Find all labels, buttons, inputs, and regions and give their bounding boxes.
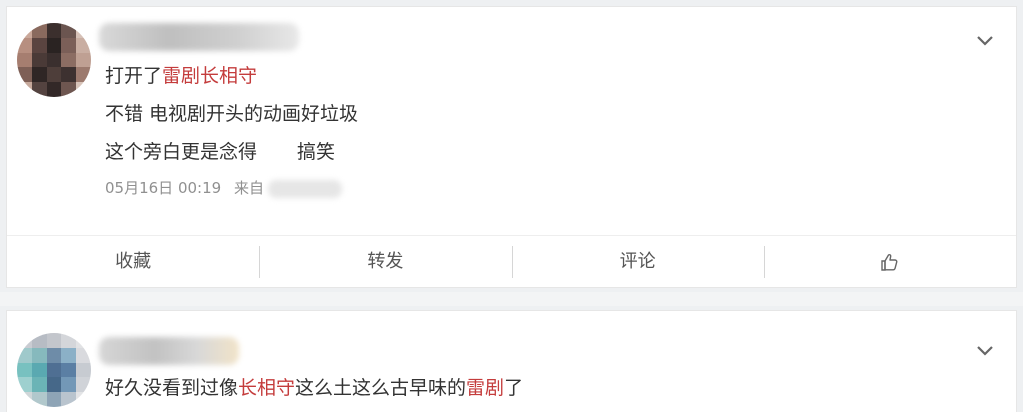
repost-button[interactable]: 转发 — [259, 236, 511, 288]
comment-button[interactable]: 评论 — [511, 236, 764, 288]
comment-text: 搞笑 — [297, 141, 336, 163]
avatar[interactable] — [17, 23, 91, 97]
comment-text: 打开了 — [105, 65, 163, 87]
hashtag-link[interactable]: 雷剧 — [466, 377, 504, 399]
timestamp: 05月16日 00:19 — [105, 179, 222, 197]
username-blurred[interactable] — [99, 337, 239, 365]
hashtag-link[interactable]: 雷剧长相守 — [162, 65, 257, 87]
repost-label: 转发 — [367, 250, 404, 272]
chevron-down-icon[interactable] — [976, 341, 994, 359]
comment-line: 好久没看到过像长相守这么土这么古早味的雷剧了 — [105, 375, 523, 401]
comment-meta: 05月16日 00:19 来自 — [105, 177, 342, 198]
comment-line: 不错 电视剧开头的动画好垃圾 — [105, 101, 358, 127]
comment-line: 这个旁白更是念得 搞笑 — [105, 139, 335, 165]
avatar[interactable] — [17, 333, 91, 407]
like-button[interactable] — [763, 236, 1016, 288]
chevron-down-icon[interactable] — [976, 31, 994, 49]
username-blurred[interactable] — [99, 23, 299, 51]
comment-line: 打开了雷剧长相守 — [105, 63, 257, 89]
comment-text: 这个旁白更是念得 — [105, 141, 258, 163]
favorite-button[interactable]: 收藏 — [7, 236, 259, 288]
comment-card: 打开了雷剧长相守 不错 电视剧开头的动画好垃圾 这个旁白更是念得 搞笑 05月16… — [6, 6, 1017, 288]
source-label: 来自 — [233, 179, 264, 197]
card-separator — [0, 292, 1023, 306]
comment-text: 不错 电视剧开头的动画好垃圾 — [105, 103, 359, 125]
comment-text: 这么土这么古早味的 — [295, 377, 467, 399]
hashtag-link[interactable]: 长相守 — [238, 377, 295, 399]
action-bar: 收藏 转发 评论 — [7, 235, 1016, 287]
comment-text: 好久没看到过像 — [105, 377, 239, 399]
comment-label: 评论 — [619, 250, 656, 272]
thumbs-up-icon — [881, 253, 898, 271]
comment-text: 了 — [504, 377, 524, 399]
favorite-label: 收藏 — [115, 250, 152, 272]
comment-card: 好久没看到过像长相守这么土这么古早味的雷剧了 — [6, 310, 1017, 412]
source-blurred[interactable] — [267, 179, 342, 198]
